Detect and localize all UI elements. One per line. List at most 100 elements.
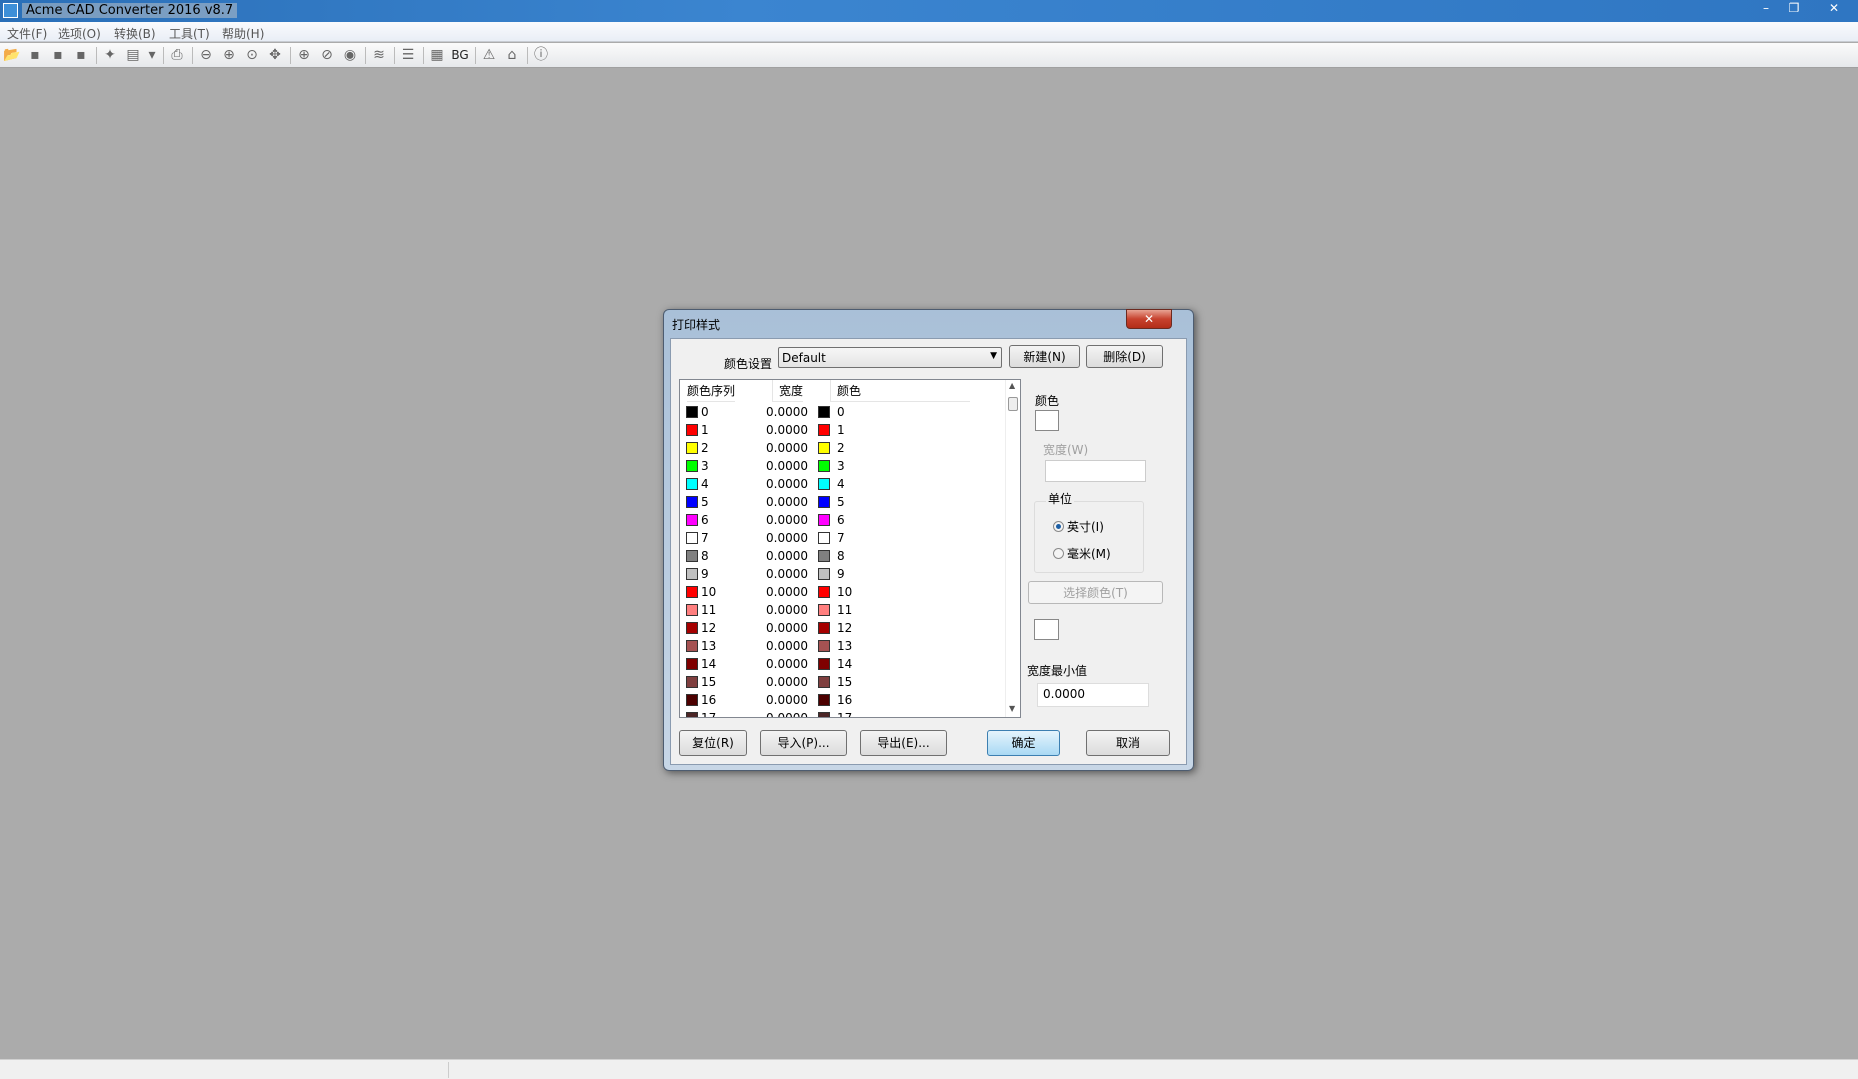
table-row[interactable]: 16 0.0000 16	[680, 691, 1005, 709]
save-all-icon[interactable]: ▪	[48, 46, 68, 65]
cancel-button[interactable]: 取消	[1086, 730, 1170, 756]
width-value: 0.0000	[766, 441, 808, 455]
list-scrollbar[interactable]: ▲ ▼	[1005, 380, 1020, 717]
scroll-down-icon[interactable]: ▼	[1009, 704, 1015, 713]
select-color-button[interactable]: 选择颜色(T)	[1028, 581, 1163, 604]
ok-button[interactable]: 确定	[987, 730, 1060, 756]
table-row[interactable]: 15 0.0000 15	[680, 673, 1005, 691]
color-index: 5	[701, 495, 709, 509]
background-icon[interactable]: BG	[450, 46, 470, 65]
table-row[interactable]: 7 0.0000 7	[680, 529, 1005, 547]
color-swatch	[818, 424, 830, 436]
dialog-close-button[interactable]: ✕	[1126, 309, 1172, 329]
table-row[interactable]: 6 0.0000 6	[680, 511, 1005, 529]
color-index: 13	[701, 639, 717, 653]
black-white-icon[interactable]: ▦	[427, 46, 447, 65]
color-value: 15	[837, 675, 853, 689]
save-as-icon[interactable]: ▪	[71, 46, 91, 65]
table-row[interactable]: 5 0.0000 5	[680, 493, 1005, 511]
table-row[interactable]: 12 0.0000 12	[680, 619, 1005, 637]
column-header-color[interactable]: 颜色	[830, 380, 970, 402]
unit-label: 单位	[1046, 490, 1075, 507]
table-row[interactable]: 11 0.0000 11	[680, 601, 1005, 619]
color-index: 16	[701, 693, 717, 707]
table-row[interactable]: 13 0.0000 13	[680, 637, 1005, 655]
color-value: 14	[837, 657, 853, 671]
table-row[interactable]: 0 0.0000 0	[680, 403, 1005, 421]
color-swatch	[686, 676, 698, 688]
reset-button[interactable]: 复位(R)	[679, 730, 747, 756]
color-swatch	[818, 676, 830, 688]
width-value: 0.0000	[766, 405, 808, 419]
export-button[interactable]: 导出(E)...	[860, 730, 947, 756]
color-style-list[interactable]: 颜色序列 宽度 颜色 0 0.0000 0 1 0.0000 1 2 0.000…	[679, 379, 1021, 718]
table-row[interactable]: 9 0.0000 9	[680, 565, 1005, 583]
width-value: 0.0000	[766, 621, 808, 635]
zoom-out-icon[interactable]: ⊖	[196, 46, 216, 65]
table-row[interactable]: 14 0.0000 14	[680, 655, 1005, 673]
min-width-label: 宽度最小值	[1027, 664, 1088, 678]
toolbar-separator	[394, 47, 395, 64]
dialog-title: 打印样式	[672, 318, 721, 332]
width-input[interactable]	[1045, 460, 1146, 482]
table-row[interactable]: 8 0.0000 8	[680, 547, 1005, 565]
unit-mm-label[interactable]: 毫米(M)	[1067, 545, 1111, 562]
menu-convert[interactable]: 转换(B)	[114, 25, 156, 42]
view-icon[interactable]: ◉	[340, 46, 360, 65]
color-swatch	[818, 460, 830, 472]
menu-file[interactable]: 文件(F)	[7, 25, 47, 42]
zoom-realtime-icon[interactable]: ⊘	[317, 46, 337, 65]
table-row[interactable]: 10 0.0000 10	[680, 583, 1005, 601]
scroll-up-icon[interactable]: ▲	[1009, 381, 1015, 390]
info-icon[interactable]: ⓘ	[531, 46, 551, 65]
import-button[interactable]: 导入(P)...	[760, 730, 847, 756]
color-swatch	[686, 550, 698, 562]
zoom-window-icon[interactable]: ⊙	[242, 46, 262, 65]
column-header-width[interactable]: 宽度	[772, 380, 804, 402]
pan-icon[interactable]: ✥	[265, 46, 285, 65]
delete-button[interactable]: 删除(D)	[1086, 345, 1163, 368]
color-swatch	[818, 712, 830, 717]
restore-button[interactable]: ❐	[1776, 0, 1812, 18]
color-swatch	[686, 460, 698, 472]
home-icon[interactable]: ⌂	[502, 46, 522, 65]
zoom-extents-icon[interactable]: ⊕	[294, 46, 314, 65]
table-row[interactable]: 3 0.0000 3	[680, 457, 1005, 475]
min-width-input[interactable]: 0.0000	[1037, 683, 1149, 707]
column-header-color-index[interactable]: 颜色序列	[687, 380, 736, 402]
color-value: 13	[837, 639, 853, 653]
table-row[interactable]: 1 0.0000 1	[680, 421, 1005, 439]
scroll-thumb[interactable]	[1008, 397, 1018, 411]
new-button[interactable]: 新建(N)	[1009, 345, 1080, 368]
save-icon[interactable]: ▪	[25, 46, 45, 65]
table-row[interactable]: 4 0.0000 4	[680, 475, 1005, 493]
dropdown-arrow-icon[interactable]: ▾	[146, 46, 158, 65]
color-swatch	[818, 658, 830, 670]
width-value: 0.0000	[766, 477, 808, 491]
help-icon[interactable]: ⚠	[479, 46, 499, 65]
color-setting-select[interactable]: Default ▼	[778, 347, 1002, 368]
menu-options[interactable]: 选项(O)	[58, 25, 101, 42]
width-value: 0.0000	[766, 495, 808, 509]
color-swatch	[818, 478, 830, 490]
table-row[interactable]: 17 0.0000 17	[680, 709, 1005, 717]
unit-mm-radio[interactable]	[1053, 548, 1064, 559]
toolbar-separator	[163, 47, 164, 64]
color-value: 11	[837, 603, 853, 617]
close-window-button[interactable]: ✕	[1814, 0, 1854, 18]
batch-convert-icon[interactable]: ▤	[123, 46, 143, 65]
unit-inch-label[interactable]: 英寸(I)	[1067, 518, 1104, 535]
layout-icon[interactable]: ☰	[398, 46, 418, 65]
table-row[interactable]: 2 0.0000 2	[680, 439, 1005, 457]
print-icon[interactable]: ⎙	[167, 46, 187, 65]
menu-help[interactable]: 帮助(H)	[222, 25, 264, 42]
open-folder-icon[interactable]: 📂	[2, 46, 22, 65]
width-value: 0.0000	[766, 549, 808, 563]
menu-tools[interactable]: 工具(T)	[169, 25, 210, 42]
pdf-convert-icon[interactable]: ✦	[100, 46, 120, 65]
color-swatch	[818, 442, 830, 454]
unit-inch-radio[interactable]	[1053, 521, 1064, 532]
zoom-in-icon[interactable]: ⊕	[219, 46, 239, 65]
layers-icon[interactable]: ≋	[369, 46, 389, 65]
color-index: 9	[701, 567, 709, 581]
